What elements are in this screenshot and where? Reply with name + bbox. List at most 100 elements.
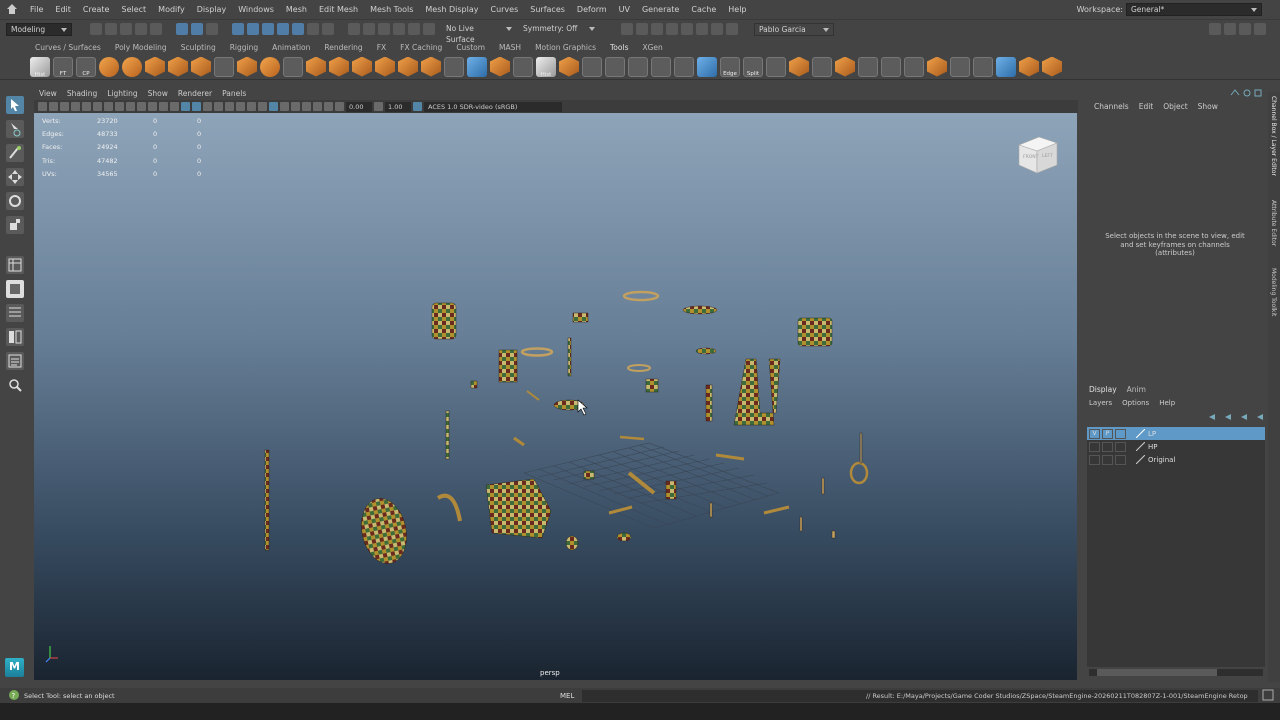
mask-edge-icon[interactable]	[247, 23, 259, 35]
panel-menu-renderer[interactable]: Renderer	[173, 89, 217, 100]
select-hierarchy-icon[interactable]	[176, 23, 188, 35]
tool-settings-icon[interactable]	[1239, 23, 1251, 35]
camera-select-icon[interactable]	[38, 102, 47, 111]
view-cube[interactable]: FRONT LEFT	[1015, 133, 1061, 179]
snap-view-icon[interactable]	[393, 23, 405, 35]
shelf-torus-icon[interactable]	[122, 56, 142, 77]
shelf-hist2-icon[interactable]: Hist	[536, 56, 556, 78]
magnet-icon[interactable]	[423, 23, 435, 35]
shelf-tab-rendering[interactable]: Rendering	[317, 43, 369, 52]
snap-curve-icon[interactable]	[363, 23, 375, 35]
camera-attributes-icon[interactable]	[49, 102, 58, 111]
menu-cache[interactable]: Cache	[685, 5, 722, 14]
shelf-tab-xgen[interactable]: XGen	[635, 43, 669, 52]
shelf-edge-icon[interactable]: Edge	[720, 56, 740, 77]
mask-face-icon[interactable]	[262, 23, 274, 35]
side-tab-attribute-editor[interactable]: Attribute Editor	[1270, 200, 1277, 246]
maya-home-icon[interactable]	[6, 3, 20, 17]
depth-of-field-icon[interactable]	[280, 102, 289, 111]
menu-generate[interactable]: Generate	[636, 5, 685, 14]
gamma-field[interactable]: 1.00	[385, 101, 411, 112]
resolution-gate-icon[interactable]	[126, 102, 135, 111]
shelf-merge-icon[interactable]	[490, 56, 510, 77]
menu-uv[interactable]: UV	[613, 5, 636, 14]
render-frame-icon[interactable]	[636, 23, 648, 35]
layer-display-type-toggle[interactable]	[1115, 454, 1126, 465]
lock-icon[interactable]	[307, 23, 319, 35]
snap-point-icon[interactable]	[378, 23, 390, 35]
shelf-tab-curves-surfaces[interactable]: Curves / Surfaces	[28, 43, 108, 52]
shelf-freeze-transforms-icon[interactable]: FT	[53, 56, 73, 77]
two-d-pan-icon[interactable]	[82, 102, 91, 111]
script-layout-icon[interactable]	[6, 352, 24, 370]
shelf-cylinder-icon[interactable]	[168, 56, 188, 77]
arnold-render-icon[interactable]	[696, 23, 708, 35]
shelf-split-icon[interactable]: Split	[743, 56, 763, 77]
shelf-sphere-icon[interactable]	[99, 56, 119, 77]
shelf-bevel-icon[interactable]	[352, 56, 372, 77]
attribute-editor-icon[interactable]	[1224, 23, 1236, 35]
shelf-shape-icon[interactable]	[559, 56, 579, 77]
rotate-tool-icon[interactable]	[6, 192, 24, 210]
shelf-extrude-icon[interactable]	[329, 56, 349, 77]
panel-menu-show[interactable]: Show	[143, 89, 173, 100]
panel-menu-view[interactable]: View	[34, 89, 62, 100]
image-plane-icon[interactable]	[71, 102, 80, 111]
layer-playback-toggle[interactable]	[1102, 441, 1113, 452]
outliner-layout-icon[interactable]	[6, 304, 24, 322]
graph-layout-icon[interactable]	[6, 328, 24, 346]
layer-color-icon[interactable]	[1136, 429, 1145, 438]
side-tab-modeling-toolkit[interactable]: Modeling Toolkit	[1270, 268, 1277, 316]
use-all-lights-icon[interactable]	[225, 102, 234, 111]
grease-pencil-icon[interactable]	[93, 102, 102, 111]
menu-surfaces[interactable]: Surfaces	[524, 5, 571, 14]
exposure-field[interactable]: 0.00	[346, 101, 372, 112]
shelf-align-icon[interactable]	[444, 56, 464, 77]
shelf-bridge-icon[interactable]	[306, 56, 326, 77]
modeling-toolkit-icon[interactable]	[1209, 23, 1221, 35]
screen-space-ao-icon[interactable]	[247, 102, 256, 111]
channel-box-menu-show[interactable]: Show	[1193, 102, 1223, 111]
smooth-shade-icon[interactable]	[192, 102, 201, 111]
shelf-tab-motion-graphics[interactable]: Motion Graphics	[528, 43, 603, 52]
menu-create[interactable]: Create	[77, 5, 116, 14]
menu-mesh-display[interactable]: Mesh Display	[419, 5, 484, 14]
save-scene-icon[interactable]	[120, 23, 132, 35]
select-tool-icon[interactable]	[6, 96, 24, 114]
shelf-lasso-icon[interactable]	[605, 56, 625, 77]
select-component-icon[interactable]	[206, 23, 218, 35]
menu-modify[interactable]: Modify	[152, 5, 191, 14]
panel-menu-shading[interactable]: Shading	[62, 89, 102, 100]
exposure-icon[interactable]	[335, 102, 344, 111]
menu-select[interactable]: Select	[115, 5, 152, 14]
gate-mask-icon[interactable]	[137, 102, 146, 111]
shelf-fill-hole-icon[interactable]	[375, 56, 395, 77]
shelf-retopo-icon[interactable]	[950, 56, 970, 77]
xray-icon[interactable]	[302, 102, 311, 111]
viewport-persp[interactable]: Verts: 23720 0 0 Edges: 48733 0 0 Faces: 24924 0…	[34, 113, 1077, 680]
shelf-tab-custom[interactable]: Custom	[449, 43, 492, 52]
layer-color-icon[interactable]	[1136, 455, 1145, 464]
layer-tab-display[interactable]: Display	[1087, 385, 1119, 394]
menu-edit[interactable]: Edit	[49, 5, 77, 14]
layer-playback-toggle[interactable]: P	[1102, 428, 1113, 439]
user-dropdown[interactable]: Pablo Garcia	[754, 22, 834, 36]
shelf-target-weld-icon[interactable]	[674, 56, 694, 77]
wireframe-on-shaded-icon[interactable]	[203, 102, 212, 111]
layer-row-lp[interactable]: V P LP	[1087, 427, 1265, 440]
layer-tab-anim[interactable]: Anim	[1125, 385, 1148, 394]
shelf-slide-icon[interactable]	[881, 56, 901, 77]
menu-edit-mesh[interactable]: Edit Mesh	[313, 5, 364, 14]
shelf-tab-poly-modeling[interactable]: Poly Modeling	[108, 43, 174, 52]
shelf-offset-loop-icon[interactable]	[812, 56, 832, 77]
shelf-separate-icon[interactable]	[214, 56, 234, 77]
xray-components-icon[interactable]	[324, 102, 333, 111]
shelf-sphere-blue-icon[interactable]	[996, 56, 1016, 77]
textured-icon[interactable]	[214, 102, 223, 111]
shelf-tab-fx-caching[interactable]: FX Caching	[393, 43, 449, 52]
four-view-layout-icon[interactable]	[6, 280, 24, 298]
shelf-combine-icon[interactable]	[191, 56, 211, 77]
hypershade-icon[interactable]	[681, 23, 693, 35]
live-surface-field[interactable]: No Live Surface	[438, 22, 516, 44]
menu-mesh-tools[interactable]: Mesh Tools	[364, 5, 419, 14]
